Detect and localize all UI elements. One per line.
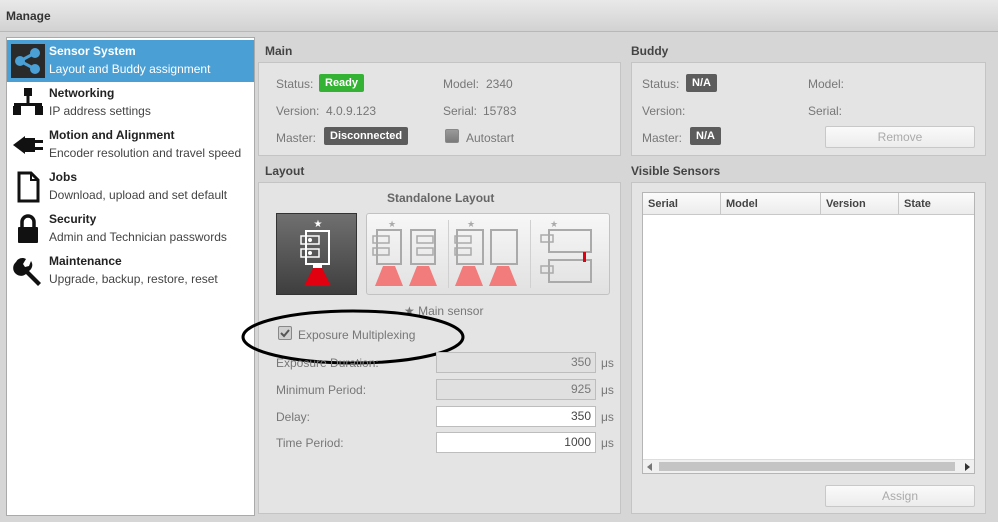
window-titlebar: Manage [0, 0, 998, 32]
minimum-period-field[interactable]: 925 [436, 379, 596, 400]
buddy-serial-label: Serial: [808, 104, 843, 118]
delay-field[interactable]: 350 [436, 406, 596, 427]
buddy-model-label: Model: [808, 77, 845, 91]
scrollbar-thumb[interactable] [659, 462, 955, 471]
network-icon [13, 88, 43, 115]
autostart-checkbox[interactable] [445, 129, 459, 143]
window-title: Manage [6, 9, 51, 23]
assign-button[interactable]: Assign [825, 485, 975, 507]
minimum-period-unit: μs [601, 383, 614, 397]
visible-sensors-heading: Visible Sensors [631, 164, 721, 178]
sidebar-item-title: Jobs [49, 170, 78, 184]
sidebar-item-title: Sensor System [49, 44, 136, 58]
column-header-serial[interactable]: Serial [643, 193, 721, 215]
exposure-duration-unit: μs [601, 356, 614, 370]
dual-sensor-icon: ★ [372, 220, 437, 286]
horizontal-scrollbar[interactable] [643, 459, 974, 473]
sidebar-item-title: Networking [49, 86, 115, 100]
sidebar-item-title: Motion and Alignment [49, 128, 175, 142]
buddy-heading: Buddy [631, 44, 669, 58]
exposure-duration-label: Exposure Duration: [276, 356, 379, 370]
column-header-state[interactable]: State [899, 193, 974, 215]
delay-unit: μs [601, 410, 614, 424]
sidebar-item-motion-and-alignment[interactable]: Motion and Alignment Encoder resolution … [7, 124, 254, 166]
reversed-sensor-icon: ★ [540, 220, 592, 283]
visible-sensors-table: Serial Model Version State [642, 192, 975, 474]
remove-button[interactable]: Remove [825, 126, 975, 148]
wrench-icon [13, 257, 41, 286]
autostart-label: Autostart [466, 131, 515, 145]
layout-option-wide-dual[interactable]: ★ [449, 214, 530, 294]
sidebar-item-networking[interactable]: Networking IP address settings [7, 82, 254, 124]
main-version-label: Version: [276, 104, 320, 118]
share-network-icon [11, 44, 45, 78]
exposure-duration-field[interactable]: 350 [436, 352, 596, 373]
buddy-master-label: Master: [642, 131, 683, 145]
time-period-unit: μs [601, 436, 614, 450]
buddy-master-badge: N/A [690, 127, 721, 145]
main-status-label: Status: [276, 77, 314, 91]
svg-text:★: ★ [550, 220, 558, 230]
main-heading: Main [265, 44, 293, 58]
sidebar-item-subtitle: IP address settings [49, 104, 151, 118]
layout-option-standalone[interactable]: ★ [276, 213, 357, 295]
sidebar-item-subtitle: Upgrade, backup, restore, reset [49, 272, 218, 286]
minimum-period-label: Minimum Period: [276, 383, 367, 397]
scroll-left-icon[interactable] [646, 463, 654, 471]
buddy-status-badge: N/A [686, 74, 717, 92]
main-master-badge: Disconnected [324, 127, 409, 145]
main-version-value: 4.0.9.123 [326, 104, 377, 118]
sidebar-item-maintenance[interactable]: Maintenance Upgrade, backup, restore, re… [7, 250, 254, 292]
standalone-layout-title: Standalone Layout [387, 191, 495, 205]
wide-sensor-icon: ★ [454, 220, 518, 286]
plug-icon [13, 136, 43, 154]
layout-option-reversed[interactable]: ★ [531, 214, 609, 294]
column-header-model[interactable]: Model [721, 193, 821, 215]
main-serial-label: Serial: [443, 104, 478, 118]
sidebar-item-title: Maintenance [49, 254, 122, 268]
standalone-sensor-icon: ★ [300, 219, 331, 286]
time-period-label: Time Period: [276, 436, 344, 450]
main-model-label: Model: [443, 77, 480, 91]
document-icon [17, 171, 40, 203]
main-master-label: Master: [276, 131, 317, 145]
sidebar-item-security[interactable]: Security Admin and Technician passwords [7, 208, 254, 250]
sidebar-item-subtitle: Encoder resolution and travel speed [49, 146, 242, 160]
column-header-version[interactable]: Version [821, 193, 899, 215]
delay-label: Delay: [276, 410, 311, 424]
main-serial-value: 15783 [483, 104, 517, 118]
svg-text:★: ★ [467, 220, 475, 230]
main-status-badge: Ready [319, 74, 365, 92]
layout-option-opposite-dual[interactable]: ★ [367, 214, 448, 294]
lock-icon [18, 214, 38, 243]
main-model-value: 2340 [486, 77, 513, 91]
buddy-status-label: Status: [642, 77, 680, 91]
sidebar-item-subtitle: Layout and Buddy assignment [49, 62, 211, 76]
sidebar-item-subtitle: Download, upload and set default [49, 188, 228, 202]
sidebar: Sensor System Layout and Buddy assignmen… [6, 37, 255, 516]
scroll-right-icon[interactable] [963, 463, 971, 471]
layout-heading: Layout [265, 164, 305, 178]
sidebar-item-title: Security [49, 212, 97, 226]
svg-text:★: ★ [314, 219, 323, 230]
sidebar-item-subtitle: Admin and Technician passwords [49, 230, 227, 244]
layout-options-group: ★ ★ ★ [366, 213, 610, 295]
sidebar-item-sensor-system[interactable]: Sensor System Layout and Buddy assignmen… [7, 40, 254, 82]
buddy-version-label: Version: [642, 104, 686, 118]
sidebar-item-jobs[interactable]: Jobs Download, upload and set default [7, 166, 254, 208]
svg-text:★: ★ [388, 220, 396, 230]
time-period-field[interactable]: 1000 [436, 432, 596, 453]
